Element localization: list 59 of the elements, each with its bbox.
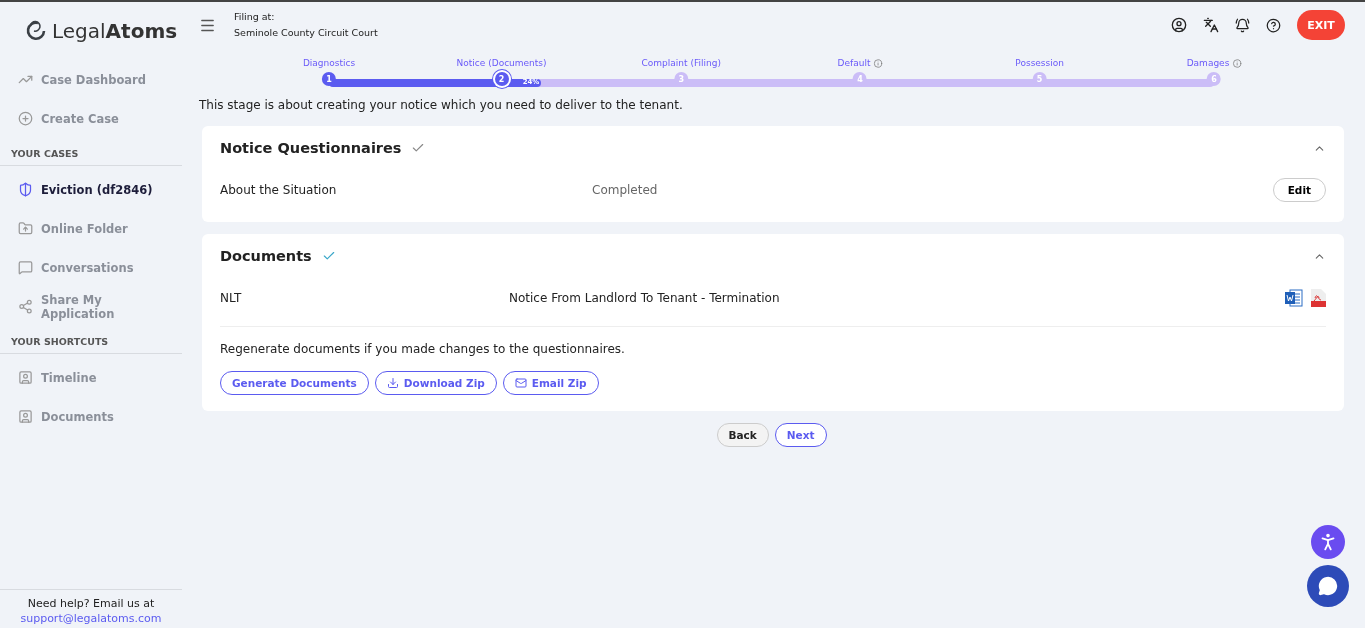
sidebar-item[interactable]: Share My Application	[0, 287, 182, 326]
bell-icon[interactable]	[1235, 17, 1250, 33]
questionnaire-name: About the Situation	[220, 183, 338, 197]
stage-description: This stage is about creating your notice which you need to deliver to the tenant.	[199, 98, 684, 112]
share-icon	[18, 299, 33, 314]
section-heading: YOUR CASES	[0, 138, 182, 166]
sidebar-item[interactable]: Create Case	[0, 99, 182, 138]
regenerate-note: Regenerate documents if you made changes to the questionnaires.	[220, 342, 625, 356]
exit-button[interactable]: EXIT	[1297, 10, 1345, 40]
user-icon[interactable]	[1171, 17, 1187, 33]
shield-icon	[18, 182, 33, 197]
document-name: Notice From Landlord To Tenant - Termination	[509, 291, 780, 305]
email-link[interactable]: support@legalatoms.com	[20, 612, 162, 625]
chat-button[interactable]	[1307, 565, 1349, 607]
back-button[interactable]: Back	[716, 423, 769, 447]
step-label[interactable]: Damages	[1186, 58, 1242, 68]
folder-upload-icon	[18, 221, 33, 236]
info-icon	[1232, 58, 1242, 68]
card-title: Notice Questionnaires	[220, 140, 402, 156]
sidebar-item[interactable]: Timeline	[0, 358, 182, 397]
download-icon	[386, 377, 399, 389]
card-title: Documents	[220, 248, 312, 264]
logo-icon	[24, 19, 48, 43]
questionnaire-status: Completed	[592, 183, 658, 197]
step-label[interactable]: Possession	[1015, 58, 1064, 68]
info-icon	[873, 58, 883, 68]
sidebar-item[interactable]: Online Folder	[0, 209, 182, 248]
action-button[interactable]: Generate Documents	[220, 371, 369, 395]
mail-icon	[514, 377, 527, 389]
step-label[interactable]: Default	[837, 58, 883, 68]
filing-label: Filing at:	[234, 10, 276, 24]
action-button[interactable]: Email Zip	[502, 371, 599, 395]
next-button[interactable]: Next	[774, 423, 827, 447]
step-marker[interactable]: 2	[494, 72, 509, 86]
word-file-icon[interactable]	[1285, 289, 1303, 307]
chat-icon	[1318, 576, 1338, 596]
pdf-file-icon[interactable]	[1311, 289, 1326, 307]
translate-icon[interactable]	[1203, 17, 1219, 33]
court-name: Seminole County Circuit Court	[234, 26, 378, 40]
folder-person-icon	[18, 409, 33, 424]
accessibility-button[interactable]	[1311, 525, 1345, 559]
sidebar-item[interactable]: Eviction (df2846)	[0, 170, 182, 209]
step-label[interactable]: Notice (Documents)	[456, 58, 547, 68]
edit-button[interactable]: Edit	[1272, 178, 1326, 202]
sidebar-item[interactable]: Documents	[0, 397, 182, 436]
chat-bubble-icon	[18, 260, 33, 275]
action-button[interactable]: Download Zip	[374, 371, 497, 395]
help-text: Need help? Email us at support@legalatoms.com	[0, 589, 182, 628]
folder-person-icon	[18, 370, 33, 385]
document-code: NLT	[220, 291, 243, 305]
step-label[interactable]: Diagnostics	[302, 58, 356, 68]
logo-text: LegalAtoms	[52, 19, 178, 43]
help-icon[interactable]	[1266, 17, 1281, 33]
step-marker[interactable]: 1	[322, 72, 336, 86]
sidebar-item[interactable]: Case Dashboard	[0, 60, 182, 99]
section-heading: YOUR SHORTCUTS	[0, 326, 182, 354]
sidebar-item[interactable]: Conversations	[0, 248, 182, 287]
step-label[interactable]: Complaint (Filing)	[641, 58, 721, 68]
plus-circle-icon	[18, 111, 33, 126]
